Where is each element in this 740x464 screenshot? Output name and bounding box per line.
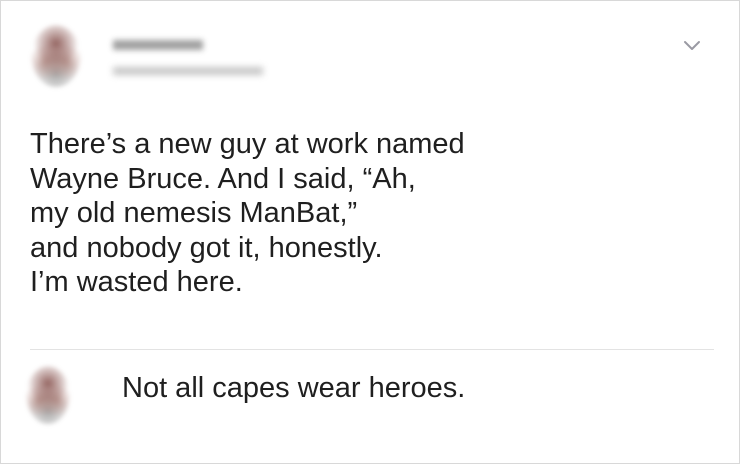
- tweet-text: There’s a new guy at work named Wayne Br…: [30, 127, 670, 300]
- chevron-down-icon[interactable]: [681, 35, 703, 57]
- tweet-header: [21, 25, 721, 105]
- reply-text: Not all capes wear heroes.: [122, 372, 466, 404]
- divider: [30, 349, 714, 350]
- tweet-card: There’s a new guy at work named Wayne Br…: [0, 0, 740, 464]
- reply-avatar[interactable]: [26, 366, 70, 424]
- tweet-text-line: I’m wasted here.: [30, 266, 243, 298]
- redacted-username: [113, 67, 263, 75]
- avatar[interactable]: [31, 25, 81, 87]
- tweet-text-line: my old nemesis ManBat,”: [30, 197, 358, 229]
- tweet-text-line: There’s a new guy at work named: [30, 128, 465, 160]
- tweet-text-line: and nobody got it, honestly.: [30, 231, 383, 264]
- redacted-display-name: [113, 40, 203, 50]
- tweet-text-line: Wayne Bruce. And I said, “Ah,: [30, 162, 416, 195]
